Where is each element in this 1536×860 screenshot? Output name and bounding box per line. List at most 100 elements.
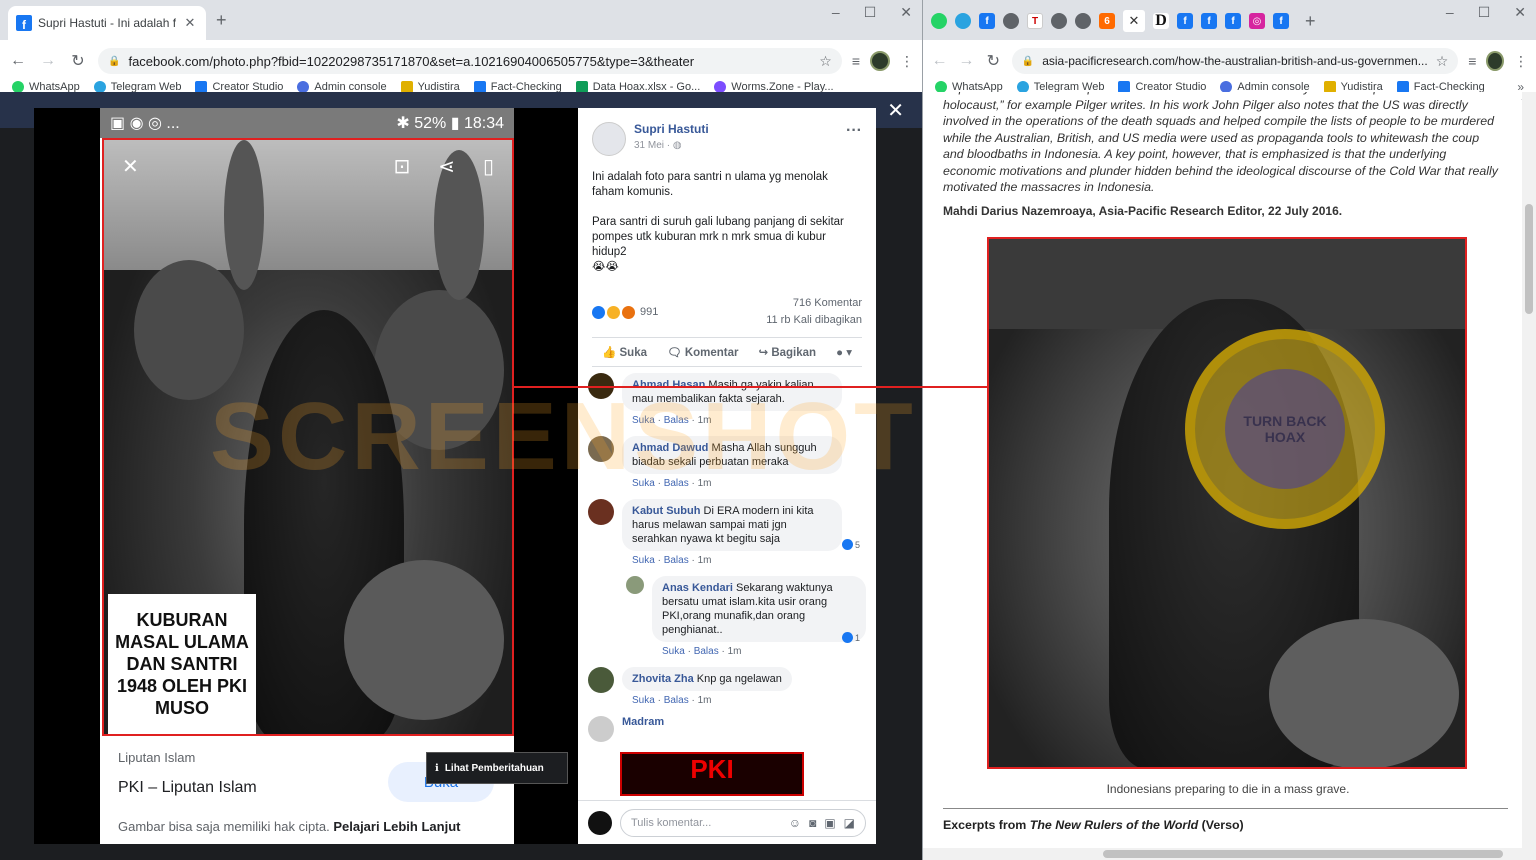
commenter-avatar[interactable] (588, 436, 614, 462)
comment-like-count[interactable]: 1 (841, 632, 860, 643)
globe-tab-icon[interactable] (1051, 13, 1067, 29)
comment-reply-link[interactable]: Balas (664, 478, 689, 489)
commenter-avatar[interactable] (588, 667, 614, 693)
address-bar-right[interactable]: 🔒 asia-pacificresearch.com/how-the-austr… (1011, 48, 1459, 74)
bookmark-icon[interactable]: ▯ (483, 154, 494, 179)
comment-like-link[interactable]: Suka (632, 415, 655, 426)
address-bar[interactable]: 🔒 facebook.com/photo.php?fbid=1022029873… (98, 48, 842, 74)
reload-icon[interactable]: ↻ (68, 51, 88, 71)
comment-reply-link[interactable]: Balas (664, 695, 689, 706)
gif-icon[interactable]: ▣ (824, 816, 835, 830)
bookmark-telegram[interactable]: Telegram Web (93, 80, 181, 93)
close-window-icon[interactable]: ✕ (1514, 4, 1526, 21)
bookmark-admin-console[interactable]: Admin console (1220, 80, 1310, 93)
bookmark-whatsapp[interactable]: WhatsApp (935, 80, 1003, 93)
media-control-icon[interactable]: ≡ (852, 53, 860, 69)
forward-icon[interactable]: → (958, 52, 975, 70)
bookmark-creator-studio[interactable]: Creator Studio (1118, 80, 1206, 93)
shared-photo[interactable]: ✕ ⊡ ⋖ ▯ KUBURAN MASAL ULAMA DAN SANTRI 1… (102, 138, 514, 736)
lens-icon[interactable]: ⊡ (393, 154, 410, 179)
active-tab-close-icon[interactable]: ✕ (1123, 10, 1145, 32)
comment-like-link[interactable]: Suka (662, 646, 685, 657)
profile-avatar[interactable] (870, 51, 890, 71)
menu-icon[interactable]: ⋮ (1514, 53, 1528, 70)
facebook-tab-icon[interactable]: f (1201, 13, 1217, 29)
bookmark-admin-console[interactable]: Admin console (297, 80, 387, 93)
bookmark-yudistira[interactable]: Yudistira (400, 80, 460, 93)
globe-tab-icon[interactable] (1003, 13, 1019, 29)
audience-dropdown[interactable]: ● ▾ (836, 345, 852, 359)
article-photo[interactable]: TURN BACK HOAX (987, 237, 1467, 769)
maximize-icon[interactable]: ☐ (864, 4, 877, 21)
comment-like-link[interactable]: Suka (632, 555, 655, 566)
globe-tab-icon[interactable] (1075, 13, 1091, 29)
bookmark-yudistira[interactable]: Yudistira (1323, 80, 1383, 93)
comment-reply-link[interactable]: Balas (664, 555, 689, 566)
share-count[interactable]: 11 rb Kali dibagikan (766, 312, 862, 329)
facebook-tab-icon[interactable]: f (979, 13, 995, 29)
comment-input[interactable]: Tulis komentar... ☺ ◙ ▣ ◪ (620, 808, 866, 837)
comment-count[interactable]: 716 Komentar (766, 295, 862, 312)
close-window-icon[interactable]: ✕ (900, 4, 912, 21)
tab-facebook[interactable]: f Supri Hastuti - Ini adalah foto pa ✕ (8, 6, 206, 40)
post-author[interactable]: Supri Hastuti (634, 122, 709, 136)
scroll-thumb[interactable] (1525, 204, 1533, 314)
comment-reply-link[interactable]: Balas (664, 415, 689, 426)
commenter-name[interactable]: Madram (622, 716, 664, 728)
emoji-icon[interactable]: ☺ (789, 816, 801, 830)
commenter-avatar[interactable] (588, 716, 614, 742)
whatsapp-tab-icon[interactable] (931, 13, 947, 29)
bookmark-creator-studio[interactable]: Creator Studio (195, 80, 283, 93)
commenter-name[interactable]: Ahmad Dawud (632, 442, 708, 454)
commenter-name[interactable]: Kabut Subuh (632, 505, 700, 517)
maximize-icon[interactable]: ☐ (1478, 4, 1491, 21)
d-tab-icon[interactable]: D (1153, 12, 1169, 29)
bookmark-data-hoax[interactable]: Data Hoax.xlsx - Go... (575, 80, 700, 93)
close-viewer-icon[interactable]: ✕ (887, 98, 904, 123)
reaction-icons[interactable]: 991 (592, 295, 658, 329)
like-button[interactable]: 👍 Suka (602, 345, 647, 359)
instagram-tab-icon[interactable]: ◎ (1249, 13, 1265, 29)
bookmark-fact-checking[interactable]: Fact-Checking (1396, 80, 1485, 93)
comment-image[interactable]: PKI (620, 752, 804, 796)
forward-icon[interactable]: → (38, 52, 58, 70)
vertical-scrollbar[interactable] (1522, 92, 1536, 848)
facebook-tab-icon[interactable]: f (1177, 13, 1193, 29)
facebook-tab-icon[interactable]: f (1273, 13, 1289, 29)
minimize-icon[interactable]: – (1446, 4, 1454, 21)
back-icon[interactable]: ← (931, 52, 948, 70)
camera-icon[interactable]: ◙ (809, 816, 816, 830)
commenter-avatar[interactable] (626, 576, 644, 594)
new-tab-icon[interactable]: + (1305, 11, 1316, 32)
telegram-tab-icon[interactable] (955, 13, 971, 29)
commenter-name[interactable]: Ahmad Hasan (632, 379, 705, 391)
learn-more-link[interactable]: Pelajari Lebih Lanjut (333, 819, 460, 834)
menu-icon[interactable]: ⋮ (900, 53, 914, 70)
sticker-icon[interactable]: ◪ (844, 816, 855, 830)
close-tab-icon[interactable]: ✕ (182, 15, 198, 31)
view-notifications-button[interactable]: ℹ Lihat Pemberitahuan (426, 752, 568, 784)
media-control-icon[interactable]: ≡ (1468, 53, 1476, 69)
comment-reply-link[interactable]: Balas (694, 646, 719, 657)
bookmark-fact-checking[interactable]: Fact-Checking (473, 80, 562, 93)
profile-avatar[interactable] (1486, 51, 1504, 71)
author-avatar[interactable] (592, 122, 626, 156)
share-icon[interactable]: ⋖ (438, 154, 455, 179)
facebook-tab-icon[interactable]: f (1225, 13, 1241, 29)
bookmark-star-icon[interactable]: ☆ (1436, 53, 1449, 70)
commenter-name[interactable]: Anas Kendari (662, 582, 733, 594)
scroll-thumb[interactable] (1103, 850, 1503, 858)
new-tab-icon[interactable]: + (216, 10, 227, 31)
back-icon[interactable]: ← (8, 52, 28, 70)
comment-like-link[interactable]: Suka (632, 478, 655, 489)
share-button[interactable]: ↪ Bagikan (758, 345, 816, 359)
comment-like-link[interactable]: Suka (632, 695, 655, 706)
reload-icon[interactable]: ↻ (985, 51, 1002, 71)
bookmark-worms-zone[interactable]: Worms.Zone - Play... (714, 80, 834, 93)
commenter-name[interactable]: Zhovita Zha (632, 673, 694, 685)
t-tab-icon[interactable]: T (1027, 13, 1043, 29)
commenter-avatar[interactable] (588, 499, 614, 525)
bookmark-whatsapp[interactable]: WhatsApp (12, 80, 80, 93)
comment-button[interactable]: 🗨 Komentar (667, 345, 739, 359)
minimize-icon[interactable]: – (832, 4, 840, 21)
